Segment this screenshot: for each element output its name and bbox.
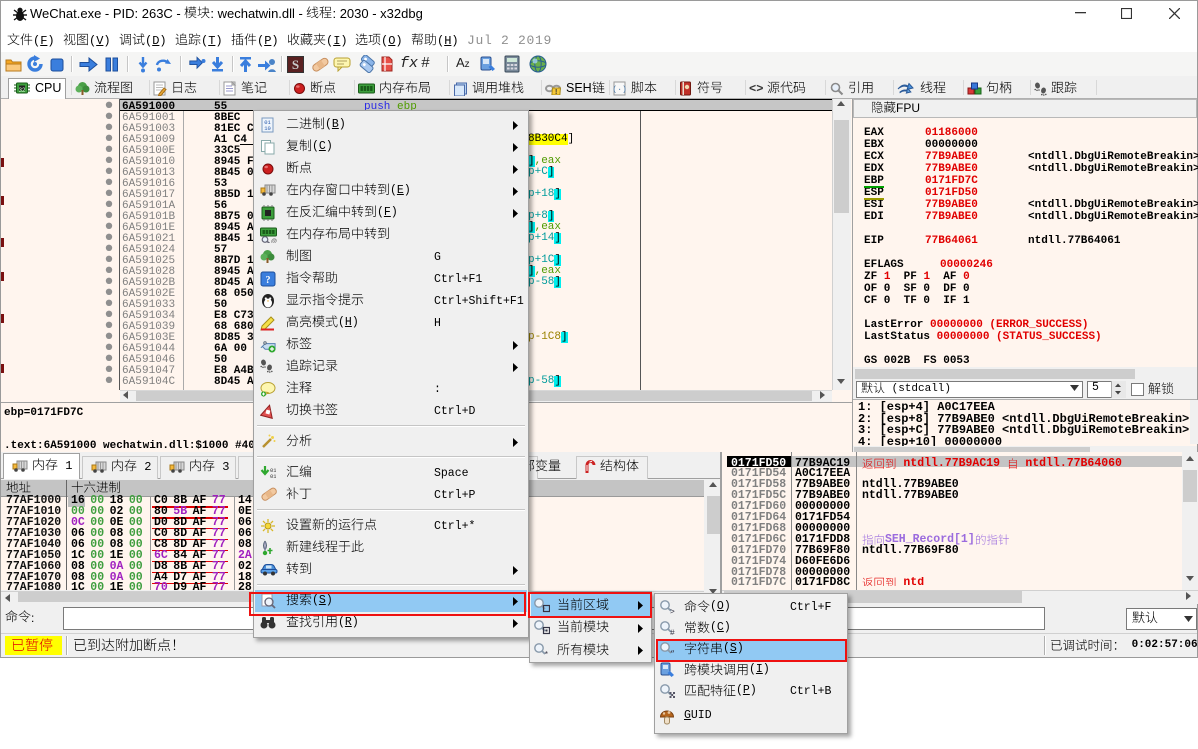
- svg-text:01: 01: [270, 473, 276, 480]
- svg-text:10: 10: [264, 125, 271, 132]
- svg-text:@: @: [271, 239, 277, 243]
- svg-text:>: >: [670, 608, 675, 615]
- svg-text:#: #: [670, 629, 675, 636]
- svg-text:!: !: [555, 89, 557, 95]
- svg-text:S: S: [292, 57, 299, 72]
- svg-text:32: 32: [19, 88, 26, 94]
- svg-text:*: *: [544, 651, 549, 658]
- svg-text:?: ?: [266, 275, 271, 286]
- svg-text:(·): (·): [613, 86, 627, 95]
